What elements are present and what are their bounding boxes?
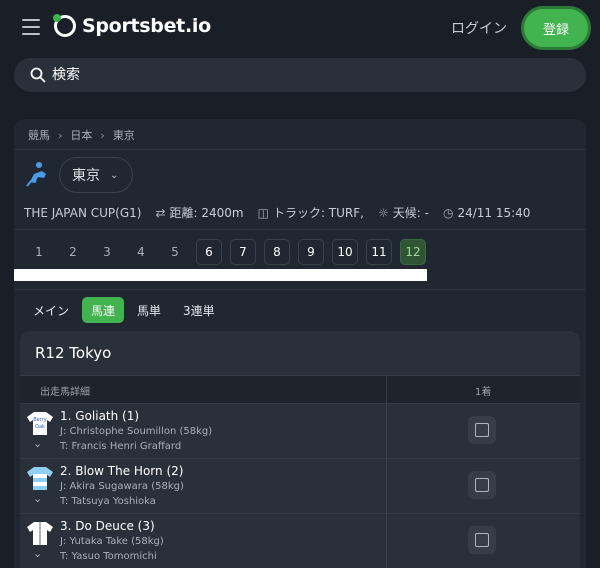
login-link[interactable]: ログイン <box>451 18 507 38</box>
race-tab-5[interactable]: 5 <box>162 239 188 265</box>
horse-name: 2. Blow The Horn (2) <box>60 464 184 478</box>
track-icon: ◫ <box>257 205 269 220</box>
table-row: ⌄ 2. Blow The Horn (2) J: Akira Sugawara… <box>20 458 580 513</box>
venue-select-value: 東京 <box>72 168 100 184</box>
runners-title: R12 Tokyo <box>35 344 112 362</box>
breadcrumb: 競馬 › 日本 › 東京 <box>28 127 135 143</box>
race-tab-3[interactable]: 3 <box>94 239 120 265</box>
tab-trifecta[interactable]: 3連単 <box>174 297 224 323</box>
divider <box>14 149 586 150</box>
race-tab-2[interactable]: 2 <box>60 239 86 265</box>
divider <box>14 229 586 230</box>
chevron-right-icon: › <box>58 128 63 142</box>
jockey-name: J: Christophe Soumillon (58kg) <box>60 426 213 437</box>
first-place-checkbox[interactable] <box>468 526 496 554</box>
trainer-name: T: Yasuo Tomomichi <box>60 551 157 562</box>
breadcrumb-country[interactable]: 日本 <box>70 127 92 143</box>
race-name: THE JAPAN CUP(G1) <box>24 205 142 220</box>
svg-text:Oak: Oak <box>35 424 45 430</box>
first-place-checkbox[interactable] <box>468 471 496 499</box>
race-number-tabs: 1 2 3 4 5 6 7 8 9 10 11 12 <box>26 239 434 265</box>
race-weather: 天候: - <box>392 206 429 220</box>
tab-main[interactable]: メイン <box>24 297 78 323</box>
breadcrumb-venue[interactable]: 東京 <box>113 127 135 143</box>
race-track: トラック: TURF, <box>272 206 364 220</box>
chevron-down-icon: ⌄ <box>110 169 119 181</box>
race-tab-6[interactable]: 6 <box>196 239 222 265</box>
trainer-name: T: Tatsuya Yoshioka <box>60 496 156 507</box>
brand-logo[interactable]: Sportsbet.io <box>53 14 211 37</box>
race-card: 競馬 › 日本 › 東京 東京 ⌄ THE JAPAN CUP(G1) ⇄ 距離… <box>14 119 586 568</box>
table-header: 出走馬詳細 1着 <box>20 375 580 403</box>
checkbox-icon <box>475 533 489 547</box>
chevron-down-icon[interactable]: ⌄ <box>33 437 42 450</box>
horse-racing-icon <box>26 162 46 187</box>
col-runner-header: 出走馬詳細 <box>40 387 90 398</box>
race-tab-4[interactable]: 4 <box>128 239 154 265</box>
race-tab-7[interactable]: 7 <box>230 239 256 265</box>
brand-name: Sportsbet.io <box>82 15 211 37</box>
race-distance: 距離: 2400m <box>169 206 244 220</box>
col-first-header: 1着 <box>475 387 492 398</box>
search-bar[interactable] <box>14 58 586 92</box>
chevron-right-icon: › <box>100 128 105 142</box>
table-row: Berry Oak ⌄ 1. Goliath (1) J: Christophe… <box>20 403 580 458</box>
clock-icon: ◷ <box>442 205 454 220</box>
checkbox-icon <box>475 478 489 492</box>
weather-icon: ☼ <box>377 205 389 220</box>
search-input[interactable] <box>52 67 552 83</box>
jockey-silks-icon <box>27 522 53 545</box>
top-header: Sportsbet.io ログイン 登録 <box>0 0 600 56</box>
race-datetime: 24/11 15:40 <box>457 205 531 220</box>
race-tab-1[interactable]: 1 <box>26 239 52 265</box>
race-tab-11[interactable]: 11 <box>366 239 392 265</box>
jockey-silks-icon: Berry Oak <box>27 412 53 435</box>
race-tab-12[interactable]: 12 <box>400 239 426 265</box>
tab-exacta[interactable]: 馬単 <box>128 297 170 323</box>
trainer-name: T: Francis Henri Graffard <box>60 441 182 452</box>
chevron-down-icon[interactable]: ⌄ <box>33 492 42 505</box>
race-tab-8[interactable]: 8 <box>264 239 290 265</box>
jockey-name: J: Yutaka Take (58kg) <box>60 536 164 547</box>
search-icon <box>30 67 46 83</box>
register-button[interactable]: 登録 <box>524 9 588 47</box>
race-info: THE JAPAN CUP(G1) ⇄ 距離: 2400m ◫ トラック: TU… <box>24 204 530 221</box>
menu-icon[interactable] <box>22 19 40 35</box>
jockey-silks-icon <box>27 467 53 490</box>
divider <box>14 289 586 290</box>
svg-text:Berry: Berry <box>33 417 47 423</box>
checkbox-icon <box>475 423 489 437</box>
blank-banner <box>14 269 427 281</box>
first-place-checkbox[interactable] <box>468 416 496 444</box>
horse-name: 3. Do Deuce (3) <box>60 519 155 533</box>
race-tab-10[interactable]: 10 <box>332 239 358 265</box>
jockey-name: J: Akira Sugawara (58kg) <box>60 481 184 492</box>
transfer-icon: ⇄ <box>155 205 166 220</box>
bet-type-tabs: メイン 馬連 馬単 3連単 <box>24 297 228 323</box>
runners-panel: R12 Tokyo 出走馬詳細 1着 Berry Oak ⌄ 1. Goliat… <box>20 331 580 568</box>
table-row: ⌄ 3. Do Deuce (3) J: Yutaka Take (58kg) … <box>20 513 580 568</box>
logo-icon <box>53 14 76 37</box>
breadcrumb-sport[interactable]: 競馬 <box>28 127 50 143</box>
horse-name: 1. Goliath (1) <box>60 409 140 423</box>
chevron-down-icon[interactable]: ⌄ <box>33 547 42 560</box>
venue-select[interactable]: 東京 ⌄ <box>59 157 133 193</box>
race-tab-9[interactable]: 9 <box>298 239 324 265</box>
tab-quinella[interactable]: 馬連 <box>82 297 125 323</box>
